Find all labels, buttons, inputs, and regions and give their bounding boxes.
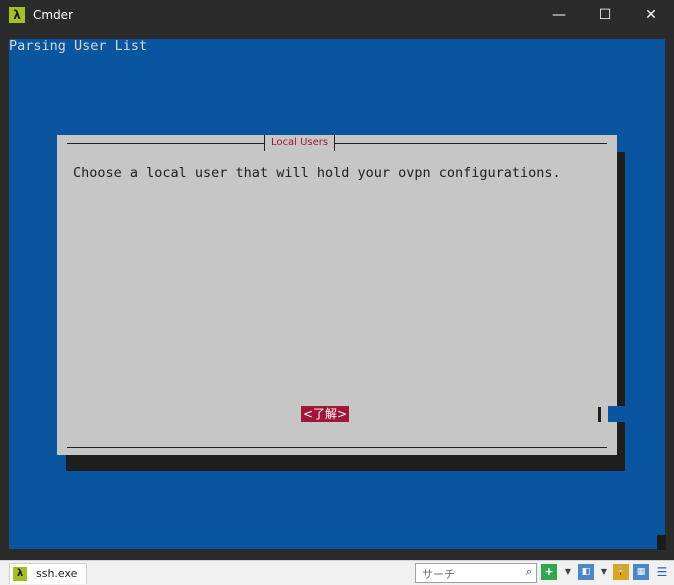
search-placeholder: サーチ — [422, 568, 455, 581]
chevron-down-icon[interactable]: ▼ — [560, 564, 576, 580]
lock-icon[interactable]: 🔒 — [613, 564, 629, 580]
tab-ssh-exe[interactable]: λ ssh.exe — [9, 563, 87, 584]
new-console-icon[interactable]: + — [541, 564, 557, 580]
terminal-header-line: Parsing User List — [9, 38, 148, 54]
window-titlebar: λ Cmder — ☐ ✕ — [0, 0, 674, 31]
menu-icon[interactable]: ☰ — [654, 564, 670, 580]
dialog-message: Choose a local user that will hold your … — [73, 165, 561, 181]
close-button[interactable]: ✕ — [628, 0, 674, 31]
tab-label: ssh.exe — [36, 567, 78, 580]
window-title: Cmder — [33, 8, 74, 22]
local-users-dialog: Local Users Choose a local user that wil… — [57, 135, 617, 455]
lambda-icon: λ — [13, 567, 27, 581]
search-icon[interactable]: ⌕ — [526, 565, 532, 579]
split-view-icon[interactable]: ◧ — [578, 564, 594, 580]
dialog-edge-artifact-top — [617, 144, 625, 152]
ok-button[interactable]: <了解> — [301, 406, 350, 422]
cmder-lambda-icon[interactable]: λ — [9, 7, 25, 23]
maximize-button[interactable]: ☐ — [582, 0, 628, 31]
dialog-top-border — [67, 143, 607, 144]
chevron-down-icon[interactable]: ▼ — [596, 564, 612, 580]
terminal-scroll-edge — [657, 535, 666, 550]
dialog-edge-artifact-bottom — [608, 406, 628, 422]
status-bar: λ ssh.exe サーチ ⌕ + ▼ ◧ ▼ 🔒 ▦ ☰ — [0, 560, 674, 585]
dialog-title: Local Users — [264, 135, 336, 151]
minimize-button[interactable]: — — [536, 0, 582, 31]
grid-icon[interactable]: ▦ — [633, 564, 649, 580]
search-input[interactable]: サーチ ⌕ — [415, 563, 537, 583]
dialog-bottom-border — [67, 447, 607, 448]
